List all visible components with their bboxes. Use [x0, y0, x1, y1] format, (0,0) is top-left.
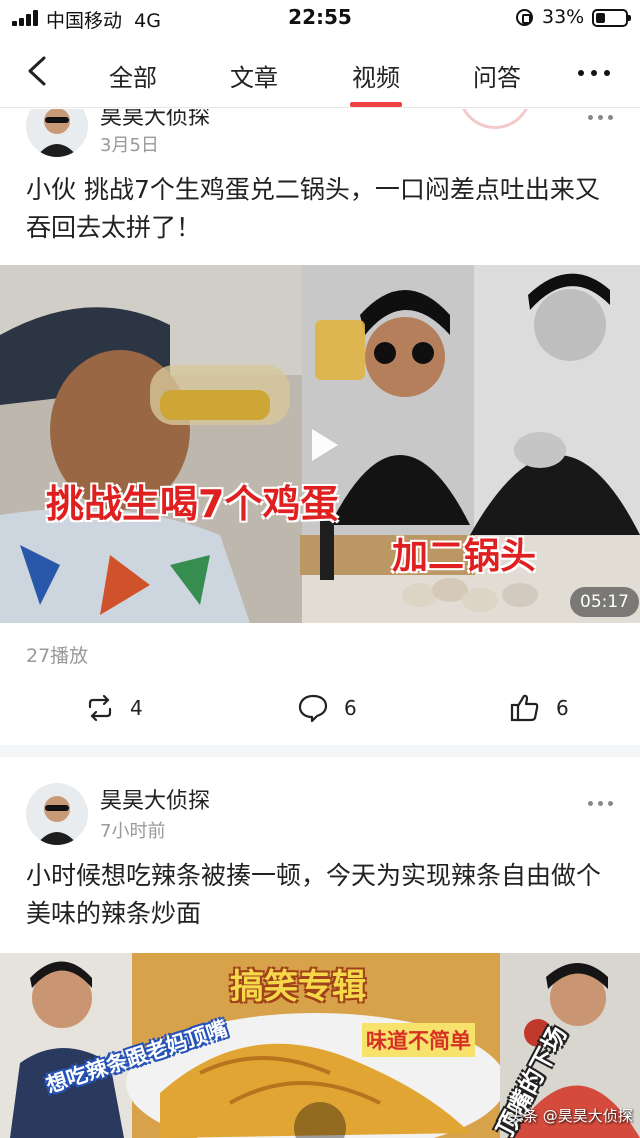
author-name[interactable]: 昊昊大侦探 [100, 109, 210, 131]
feed-post: 昊昊大侦探 3月5日 小伙 挑战7个生鸡蛋兑二锅头，一口闷差点吐出来又吞回去太拼… [0, 109, 640, 745]
like-count: 6 [556, 696, 569, 720]
active-tab-indicator [350, 102, 402, 107]
watermark: 头条 @昊昊大侦探 [508, 1107, 633, 1125]
back-arrow-icon[interactable] [24, 56, 54, 86]
more-menu-icon[interactable] [572, 70, 616, 78]
feed-post: 昊昊大侦探 7小时前 小时候想吃辣条被揍一顿，今天为实现辣条自由做个美味的辣条炒… [0, 757, 640, 1138]
video-overlay-text: 加二锅头 [392, 536, 537, 577]
video-banner: 搞笑专辑 [230, 967, 366, 1007]
post-title[interactable]: 小伙 挑战7个生鸡蛋兑二锅头，一口闷差点吐出来又吞回去太拼了！ [26, 171, 622, 247]
battery-icon [592, 9, 631, 27]
feed-separator [0, 745, 640, 757]
play-count: 27播放 [26, 645, 89, 667]
rotation-lock-icon [516, 9, 533, 26]
repost-button[interactable]: 4 [86, 695, 143, 721]
status-bar: 中国移动 4G 22:55 33% [0, 0, 640, 36]
post-more-icon[interactable] [586, 801, 616, 807]
top-nav: 全部 文章 视频 问答 [0, 36, 640, 108]
comment-count: 6 [344, 696, 357, 720]
avatar[interactable] [26, 783, 88, 845]
post-title[interactable]: 小时候想吃辣条被揍一顿，今天为实现辣条自由做个美味的辣条炒面 [26, 857, 622, 933]
video-thumbnail[interactable]: 搞笑专辑 想吃辣条跟老妈顶嘴 味道不简单 顶嘴的下场 头条 @昊昊大侦探 [0, 953, 640, 1138]
tab-articles[interactable]: 文章 [214, 58, 294, 93]
battery-level [596, 13, 606, 23]
avatar-image [26, 109, 88, 157]
tab-all[interactable]: 全部 [93, 58, 173, 93]
post-more-icon[interactable] [586, 115, 616, 121]
comment-icon [298, 694, 328, 723]
post-time: 3月5日 [100, 135, 159, 156]
avatar[interactable] [26, 109, 88, 157]
video-overlay-text: 味道不简单 [362, 1023, 475, 1057]
battery-percent: 33% [542, 6, 585, 28]
author-name[interactable]: 昊昊大侦探 [100, 783, 210, 815]
thumbs-up-icon [510, 694, 539, 722]
video-frame-image [0, 265, 640, 623]
post-time: 7小时前 [100, 821, 166, 842]
video-overlay-text: 挑战生喝7个鸡蛋 [46, 482, 339, 526]
like-button[interactable]: 6 [510, 693, 569, 723]
tab-videos[interactable]: 视频 [336, 58, 416, 93]
tab-qa[interactable]: 问答 [457, 58, 537, 93]
repost-icon [88, 695, 112, 721]
stamp-decoration [458, 109, 532, 129]
video-thumbnail[interactable]: 挑战生喝7个鸡蛋 加二锅头 05:17 [0, 265, 640, 623]
avatar-image [26, 783, 88, 845]
video-duration: 05:17 [570, 587, 639, 617]
repost-count: 4 [130, 696, 143, 720]
comment-button[interactable]: 6 [298, 693, 357, 723]
